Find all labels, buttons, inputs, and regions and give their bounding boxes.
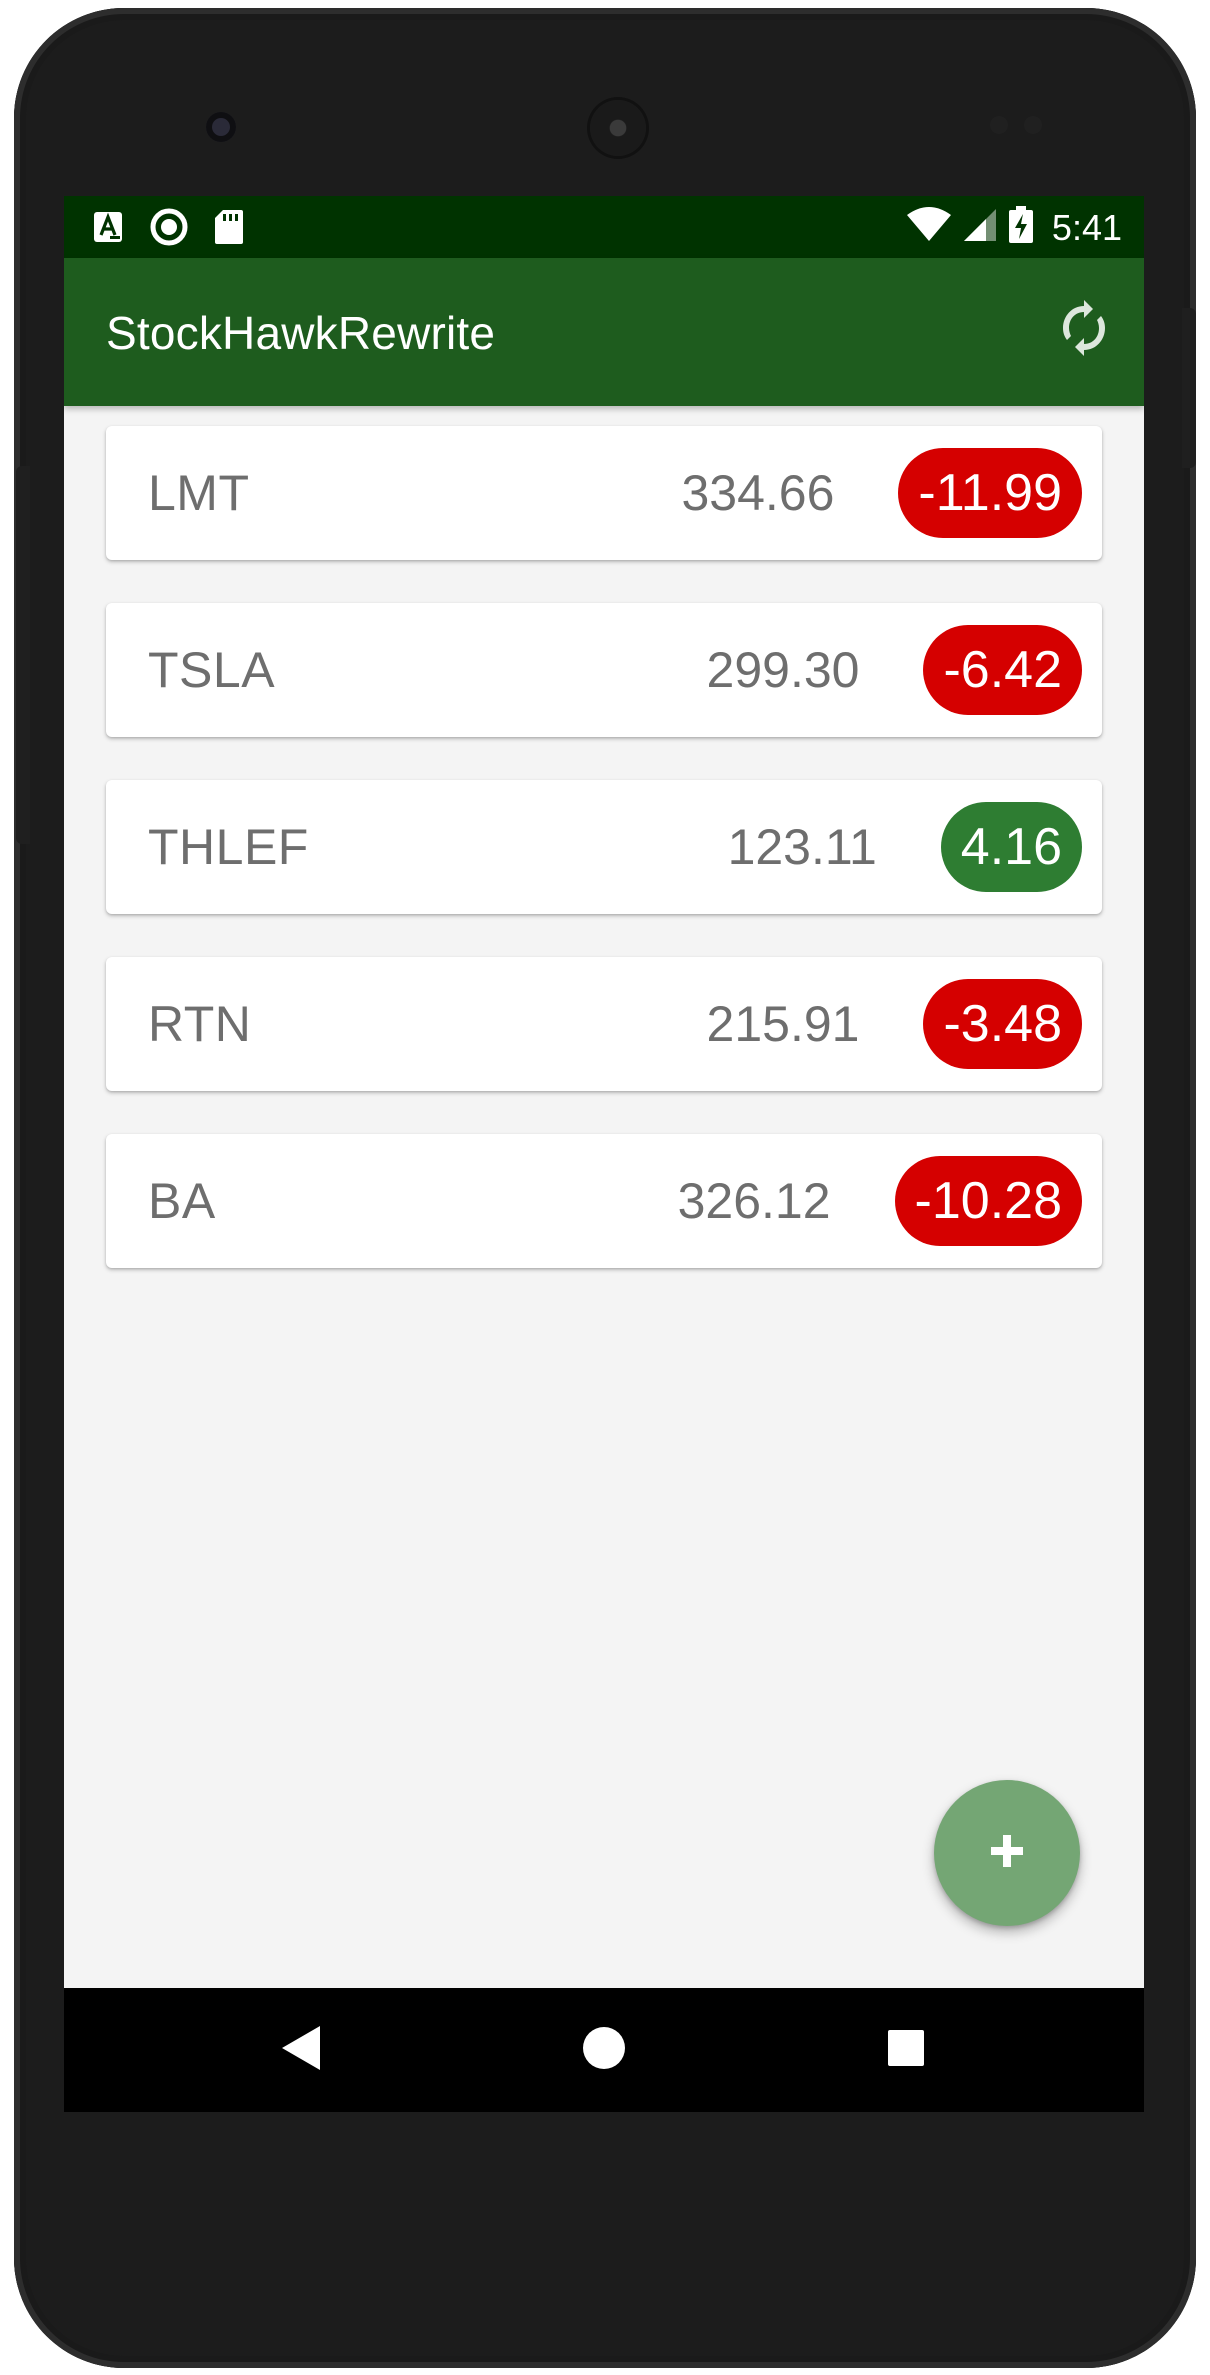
plus-icon xyxy=(987,1831,1027,1876)
stock-list-item[interactable]: RTN 215.91 -3.48 xyxy=(106,957,1102,1091)
stock-values: 299.30 -6.42 xyxy=(707,625,1082,715)
wifi-icon xyxy=(906,207,952,248)
change-badge[interactable]: -11.99 xyxy=(898,448,1082,538)
app-title: StockHawkRewrite xyxy=(106,307,496,359)
home-button[interactable] xyxy=(574,2020,634,2080)
stock-price: 215.91 xyxy=(706,996,860,1052)
stock-symbol: BA xyxy=(148,1173,216,1229)
change-badge[interactable]: -3.48 xyxy=(923,979,1082,1069)
device-screen: 5:41 StockHawkRewrite LMT 334.66 -11.99 … xyxy=(64,196,1144,2112)
status-bar: 5:41 xyxy=(64,196,1144,258)
back-button[interactable] xyxy=(272,2020,332,2080)
stock-price: 299.30 xyxy=(706,642,860,698)
stock-list-item[interactable]: LMT 334.66 -11.99 xyxy=(106,426,1102,560)
power-button xyxy=(1182,308,1196,468)
home-icon xyxy=(581,2025,627,2076)
volume-button xyxy=(16,466,30,844)
stock-price: 326.12 xyxy=(677,1173,831,1229)
stock-list-item[interactable]: THLEF 123.11 4.16 xyxy=(106,780,1102,914)
stock-values: 334.66 -11.99 xyxy=(681,448,1082,538)
stock-symbol: RTN xyxy=(148,996,252,1052)
stock-symbol: TSLA xyxy=(148,642,276,698)
cell-signal-icon xyxy=(962,207,998,248)
front-camera xyxy=(206,112,236,142)
add-stock-button[interactable] xyxy=(934,1780,1080,1926)
stock-list-item[interactable]: TSLA 299.30 -6.42 xyxy=(106,603,1102,737)
recents-button[interactable] xyxy=(876,2020,936,2080)
stock-price: 123.11 xyxy=(727,819,877,875)
navigation-bar xyxy=(64,1988,1144,2112)
earpiece-speaker xyxy=(590,100,646,156)
light-sensor xyxy=(1024,116,1042,134)
recents-icon xyxy=(886,2028,926,2073)
stock-price: 334.66 xyxy=(681,465,835,521)
stock-symbol: LMT xyxy=(148,465,250,521)
status-time: 5:41 xyxy=(1051,206,1122,248)
proximity-sensor xyxy=(990,116,1008,134)
back-icon xyxy=(280,2024,324,2077)
stock-values: 326.12 -10.28 xyxy=(678,1156,1082,1246)
change-badge[interactable]: -10.28 xyxy=(894,1156,1082,1246)
stock-symbol: THLEF xyxy=(148,819,309,875)
stock-list: LMT 334.66 -11.99 TSLA 299.30 -6.42 THLE… xyxy=(106,426,1102,1311)
refresh-button[interactable] xyxy=(1054,299,1114,361)
stock-values: 215.91 -3.48 xyxy=(707,979,1082,1069)
refresh-icon xyxy=(1059,299,1109,361)
font-notification-icon xyxy=(92,210,124,249)
sd-card-icon xyxy=(214,209,244,250)
app-bar: StockHawkRewrite xyxy=(64,258,1144,406)
stock-values: 123.11 4.16 xyxy=(728,802,1082,892)
stock-list-item[interactable]: BA 326.12 -10.28 xyxy=(106,1134,1102,1268)
notification-icons xyxy=(92,208,244,251)
battery-charging-icon xyxy=(1008,206,1034,249)
system-status-icons: 5:41 xyxy=(906,206,1122,249)
sync-notification-icon xyxy=(150,208,188,251)
change-badge[interactable]: 4.16 xyxy=(940,802,1082,892)
change-badge[interactable]: -6.42 xyxy=(923,625,1082,715)
